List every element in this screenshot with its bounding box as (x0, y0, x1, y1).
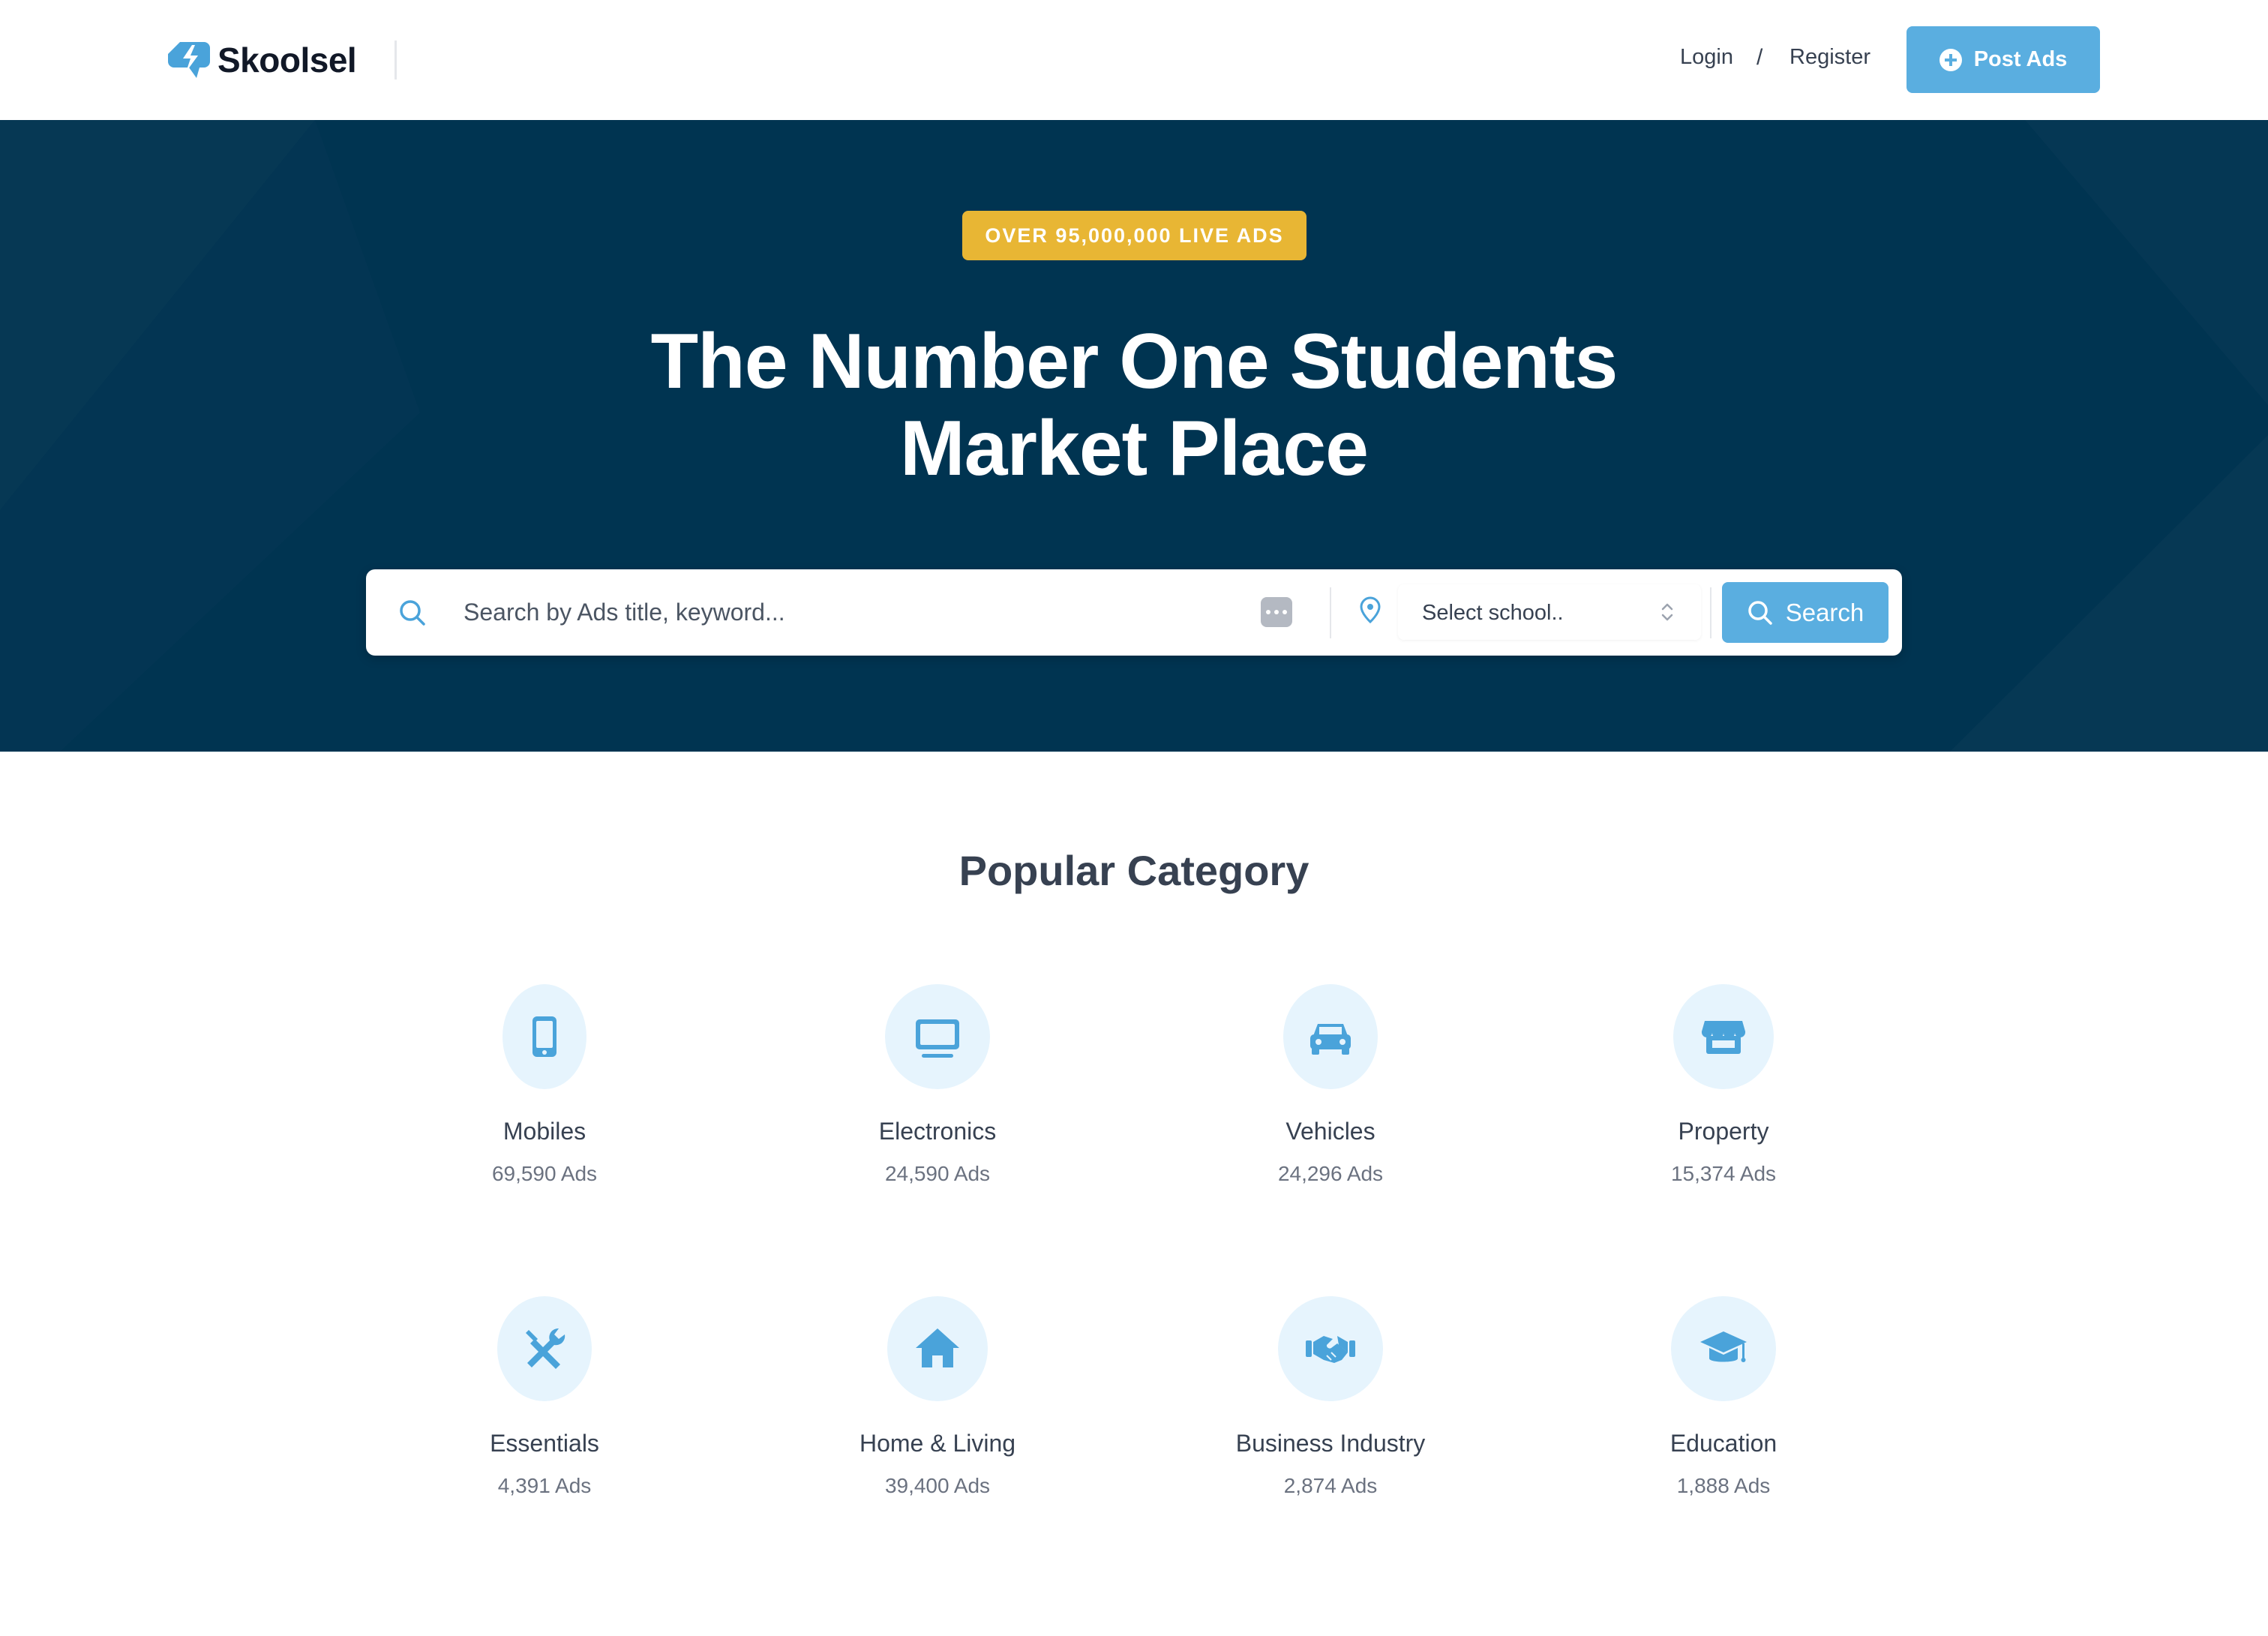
category-vehicles[interactable]: Vehicles 24,296 Ads (1143, 984, 1518, 1186)
car-icon (1310, 1024, 1351, 1055)
category-property[interactable]: Property 15,374 Ads (1536, 984, 1911, 1186)
search-button-label: Search (1785, 598, 1864, 626)
logo[interactable]: Skoolsel (166, 36, 357, 84)
category-name: Education (1670, 1430, 1778, 1457)
category-home-living[interactable]: Home & Living 39,400 Ads (750, 1296, 1125, 1498)
search-divider-2 (1710, 587, 1712, 638)
category-essentials[interactable]: Essentials 4,391 Ads (357, 1296, 732, 1498)
post-ads-label: Post Ads (1973, 47, 2068, 71)
store-icon (1701, 1021, 1746, 1054)
search-bar: Select school.. Search (366, 569, 1902, 656)
site-header: Skoolsel Login / Register Post Ads (0, 0, 2268, 120)
popular-category-title: Popular Category (958, 847, 1310, 894)
plus-circle-icon (1939, 48, 1962, 71)
graduation-cap-icon (1700, 1331, 1747, 1362)
category-name: Electronics (878, 1118, 997, 1145)
search-divider (1330, 587, 1331, 638)
live-ads-badge: OVER 95,000,000 LIVE ADS (962, 211, 1306, 260)
mobile-icon (532, 1016, 556, 1057)
chevron-up-down-icon (1661, 603, 1673, 621)
monitor-icon (916, 1019, 959, 1058)
category-name: Vehicles (1286, 1118, 1376, 1145)
login-link[interactable]: Login (1680, 45, 1733, 70)
category-education[interactable]: Education 1,888 Ads (1536, 1296, 1911, 1498)
hero-title: The Number One Students Market Place (459, 318, 1809, 492)
search-input[interactable] (464, 586, 1244, 638)
category-count: 69,590 Ads (491, 1162, 598, 1185)
category-name: Business Industry (1235, 1430, 1426, 1457)
category-name: Mobiles (502, 1118, 586, 1145)
search-icon (400, 600, 425, 626)
school-select-label: Select school.. (1422, 601, 1564, 625)
school-select[interactable]: Select school.. (1398, 584, 1701, 640)
brand-name: Skoolsel (218, 41, 357, 80)
category-count: 2,874 Ads (1283, 1474, 1378, 1497)
category-count: 1,888 Ads (1676, 1474, 1771, 1497)
hero-title-line1: The Number One Students (650, 318, 1618, 405)
category-count: 24,296 Ads (1277, 1162, 1384, 1185)
category-count: 24,590 Ads (884, 1162, 991, 1185)
hero-section: OVER 95,000,000 LIVE ADS The Number One … (0, 120, 2268, 752)
category-count: 4,391 Ads (497, 1474, 592, 1497)
nav-separator: / (1756, 45, 1763, 70)
logo-icon (168, 42, 210, 78)
category-business-industry[interactable]: Business Industry 2,874 Ads (1143, 1296, 1518, 1498)
category-count: 15,374 Ads (1670, 1162, 1777, 1185)
tools-icon (526, 1328, 566, 1369)
search-button[interactable]: Search (1722, 582, 1888, 643)
category-count: 39,400 Ads (884, 1474, 991, 1497)
handshake-icon (1306, 1336, 1355, 1363)
category-name: Essentials (490, 1430, 599, 1457)
category-mobiles[interactable]: Mobiles 69,590 Ads (357, 984, 732, 1186)
hero-title-line2: Market Place (900, 405, 1369, 492)
category-electronics[interactable]: Electronics 24,590 Ads (750, 984, 1125, 1186)
post-ads-button[interactable]: Post Ads (1906, 26, 2100, 93)
category-name: Property (1678, 1118, 1769, 1145)
search-button-icon (1748, 600, 1772, 625)
house-icon (916, 1328, 959, 1367)
register-link[interactable]: Register (1790, 45, 1870, 70)
logo-divider (394, 41, 397, 80)
more-options-icon[interactable] (1261, 597, 1292, 627)
location-pin-icon (1360, 596, 1381, 623)
category-name: Home & Living (859, 1430, 1016, 1457)
